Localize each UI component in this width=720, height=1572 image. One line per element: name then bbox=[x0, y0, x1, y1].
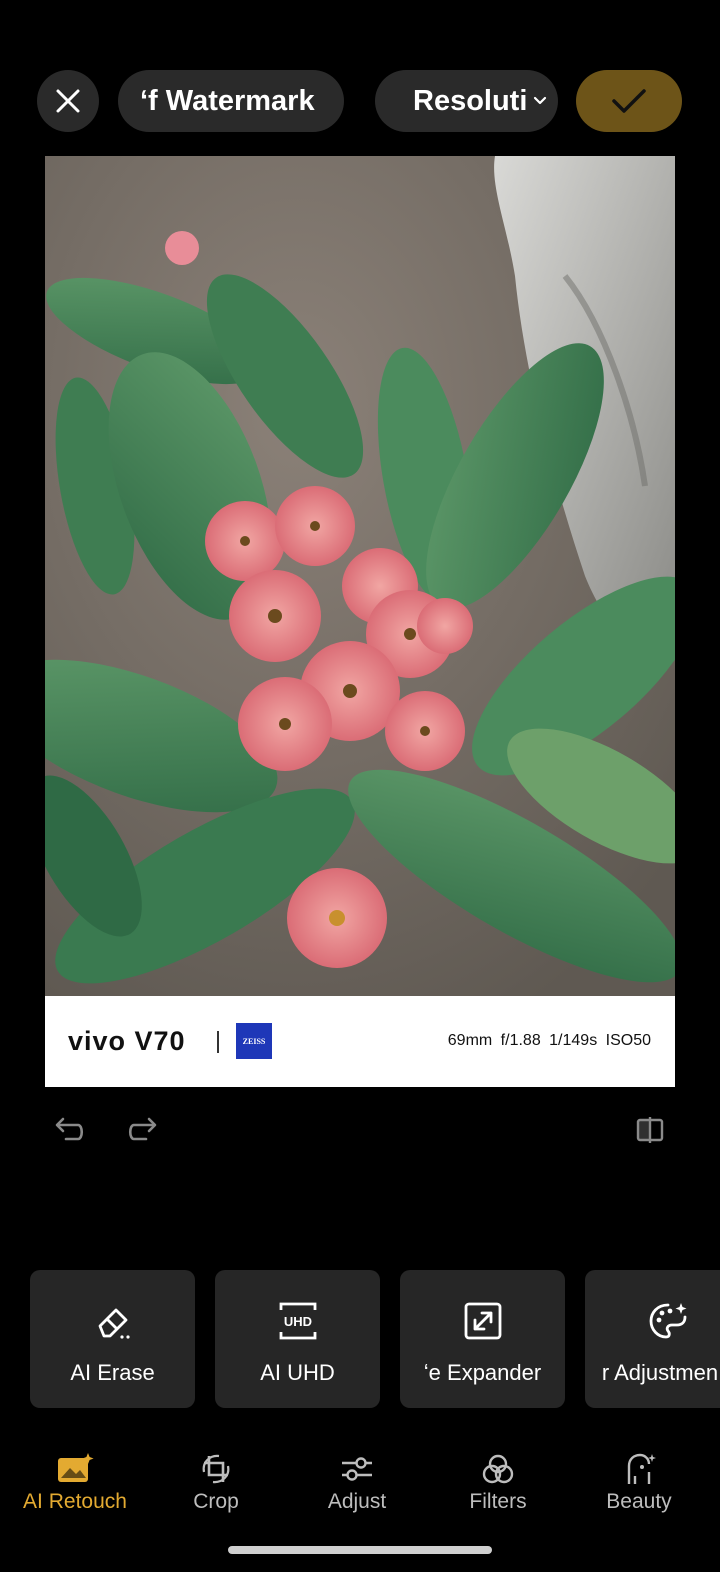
confirm-button[interactable] bbox=[576, 70, 682, 132]
resolution-label: Resoluti bbox=[413, 84, 528, 117]
tool-color-adjustment[interactable]: r Adjustmen bbox=[585, 1270, 720, 1408]
home-indicator[interactable] bbox=[228, 1546, 492, 1554]
redo-icon[interactable] bbox=[126, 1113, 160, 1147]
eraser-icon bbox=[98, 1308, 130, 1339]
check-icon bbox=[612, 89, 646, 113]
uhd-icon: UHD bbox=[279, 1302, 317, 1340]
tool-label: AI Erase bbox=[70, 1360, 155, 1385]
tool-ai-erase[interactable]: AI Erase bbox=[30, 1270, 195, 1408]
photo-preview[interactable]: vivo V70 ZEISS 69mm f/1.88 1/149s ISO50 bbox=[45, 156, 675, 1087]
tool-ai-uhd[interactable]: UHD AI UHD bbox=[215, 1270, 380, 1408]
expand-icon bbox=[464, 1302, 502, 1340]
nav-label: Beauty bbox=[606, 1490, 672, 1513]
nav-filters[interactable]: Filters bbox=[438, 1452, 558, 1527]
brand-label: vivo V70 bbox=[68, 1026, 186, 1056]
crop-rotate-icon bbox=[202, 1454, 230, 1484]
beauty-icon bbox=[627, 1453, 656, 1484]
resolution-dropdown[interactable]: Resoluti bbox=[375, 70, 558, 132]
close-button[interactable] bbox=[37, 70, 99, 132]
nav-label: AI Retouch bbox=[23, 1490, 127, 1513]
flower-photo bbox=[45, 156, 675, 996]
zeiss-logo: ZEISS bbox=[236, 1023, 272, 1059]
nav-ai-retouch[interactable]: AI Retouch bbox=[15, 1452, 135, 1527]
tool-image-expander[interactable]: ʻe Expander bbox=[400, 1270, 565, 1408]
watermark-label: ʻf Watermark bbox=[140, 84, 315, 117]
nav-label: Crop bbox=[193, 1490, 239, 1513]
compare-icon[interactable] bbox=[633, 1113, 667, 1147]
nav-label: Adjust bbox=[327, 1490, 387, 1513]
nav-beauty[interactable]: Beauty bbox=[579, 1452, 699, 1527]
tool-label: ʻe Expander bbox=[423, 1360, 542, 1385]
nav-crop[interactable]: Crop bbox=[156, 1452, 276, 1527]
tool-label: r Adjustmen bbox=[601, 1360, 719, 1385]
nav-adjust[interactable]: Adjust bbox=[297, 1452, 417, 1527]
sliders-icon bbox=[342, 1457, 372, 1481]
brand-divider bbox=[217, 1031, 219, 1053]
chevron-down-icon bbox=[534, 96, 547, 105]
close-icon bbox=[56, 89, 80, 113]
svg-text:UHD: UHD bbox=[284, 1314, 312, 1329]
watermark-button[interactable]: ʻf Watermark bbox=[118, 70, 344, 132]
palette-icon bbox=[649, 1303, 687, 1339]
undo-icon[interactable] bbox=[52, 1113, 86, 1147]
watermark-strip: vivo V70 ZEISS 69mm f/1.88 1/149s ISO50 bbox=[45, 996, 675, 1087]
filters-icon bbox=[482, 1454, 514, 1484]
nav-label: Filters bbox=[469, 1490, 527, 1513]
tool-label: AI UHD bbox=[260, 1360, 335, 1385]
ai-retouch-icon bbox=[58, 1453, 94, 1482]
exif-info: 69mm f/1.88 1/149s ISO50 bbox=[447, 1032, 651, 1049]
